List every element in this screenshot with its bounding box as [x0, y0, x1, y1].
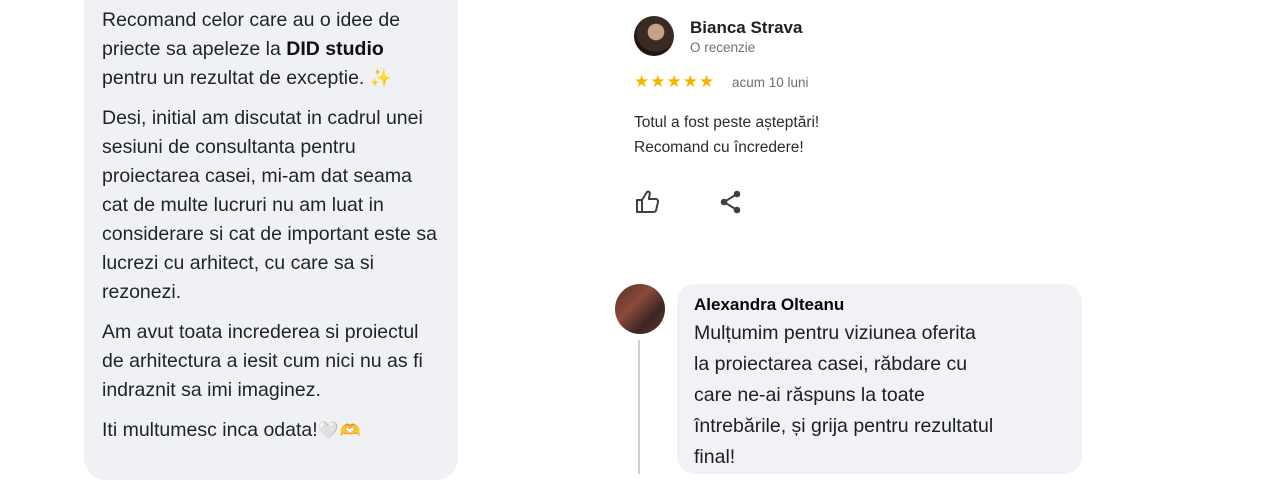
message-paragraph-2: Desi, initial am discutat in cadrul unei…	[102, 107, 437, 303]
star-rating: ★★★★★	[634, 72, 716, 91]
avatar[interactable]	[615, 284, 665, 334]
thumbs-up-icon[interactable]	[634, 188, 662, 216]
review-text: Totul a fost peste așteptări! Recomand c…	[634, 110, 1034, 160]
message-paragraph-3: Am avut toata increderea si proiectul de…	[102, 321, 423, 401]
thread-line	[638, 340, 640, 474]
comment-text-line: întrebările, și grija pentru rezultatul	[694, 415, 994, 437]
hearts-icon: 🤍🫶	[317, 421, 363, 440]
review-count: O recenzie	[690, 40, 756, 55]
comment-text: Mulțumim pentru viziunea oferita la proi…	[694, 318, 1066, 473]
comment-text-line: care ne-ai răspuns la toate	[694, 384, 925, 406]
studio-name: DID studio	[286, 38, 384, 60]
review-date: acum 10 luni	[732, 75, 809, 90]
comment-text-line: final!	[694, 446, 736, 468]
review-text-line: Totul a fost peste așteptări!	[634, 114, 820, 131]
comment-author[interactable]: Alexandra Olteanu	[694, 294, 1066, 316]
message-paragraph-1: Recomand celor care au o idee de priecte…	[102, 6, 440, 93]
message-text: Iti multumesc inca odata!	[102, 419, 318, 441]
share-icon[interactable]	[718, 188, 744, 216]
avatar[interactable]	[634, 16, 674, 56]
comment-text-line: la proiectarea casei, răbdare cu	[694, 353, 968, 375]
review-author[interactable]: Bianca Strava	[690, 18, 802, 38]
message-text: pentru un rezultat de exceptie.	[102, 67, 365, 89]
comment-text-line: Mulțumim pentru viziunea oferita	[694, 322, 976, 344]
sparkles-icon: ✨	[369, 68, 393, 88]
comment-bubble: Alexandra Olteanu Mulțumim pentru viziun…	[677, 284, 1082, 474]
message-paragraph-4: Iti multumesc inca odata!🤍🫶	[102, 416, 440, 445]
message-bubble: Recomand celor care au o idee de priecte…	[84, 0, 458, 480]
review-text-line: Recomand cu încredere!	[634, 139, 804, 156]
